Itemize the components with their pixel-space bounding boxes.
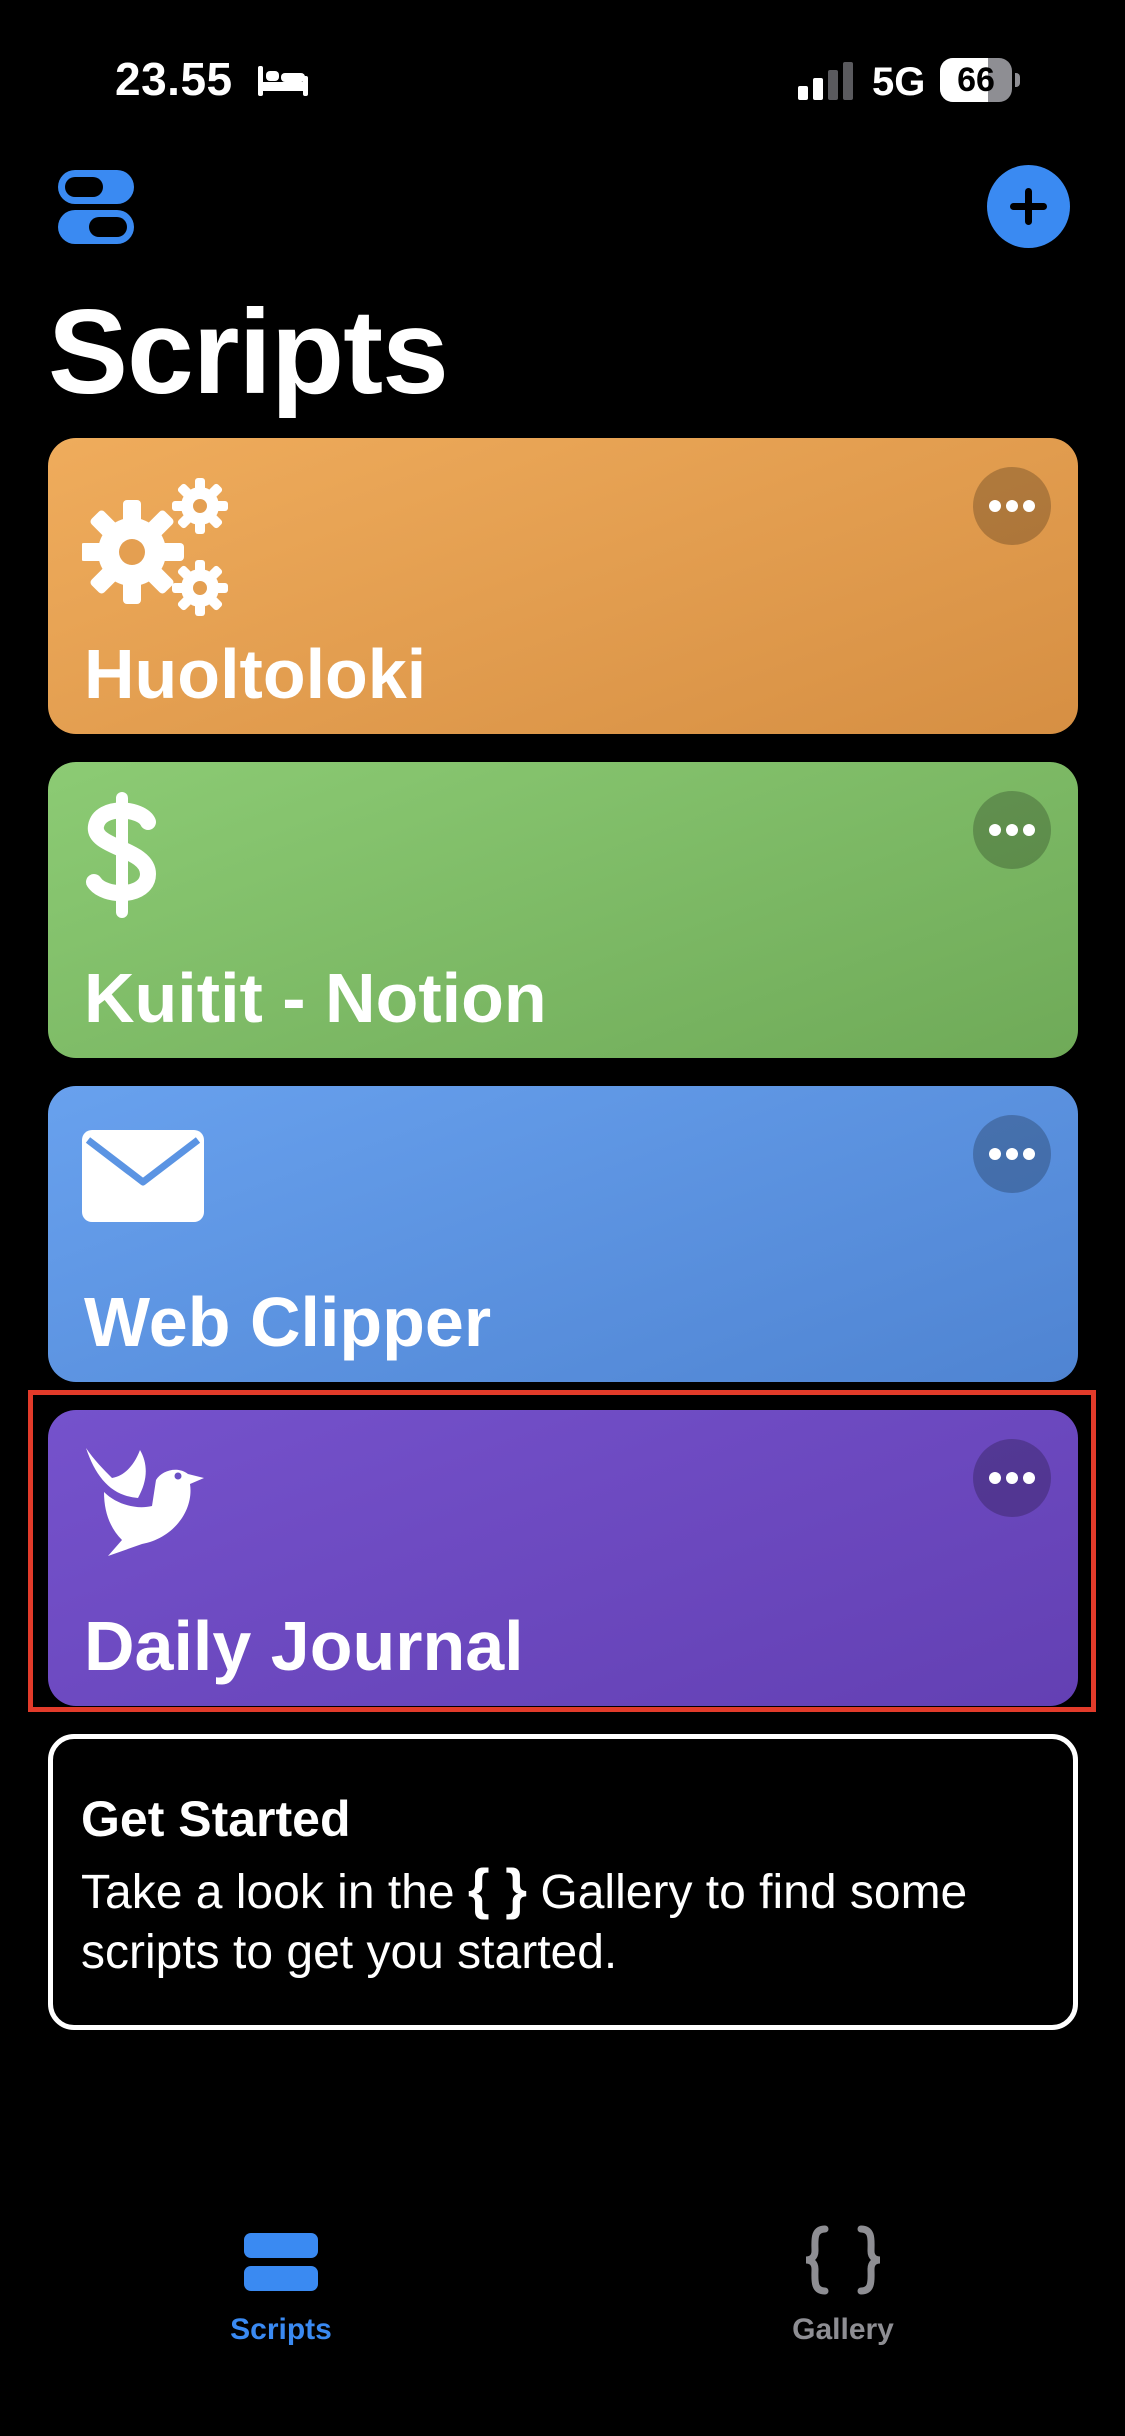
more-options-button[interactable] [973, 467, 1051, 545]
script-title: Kuitit - Notion [84, 959, 547, 1037]
tab-label: Scripts [230, 2313, 332, 2346]
braces-icon: { } [467, 1857, 528, 1920]
battery-level: 66 [957, 61, 995, 99]
script-card-web-clipper[interactable]: Web Clipper [48, 1086, 1078, 1382]
envelope-icon [82, 1130, 204, 1222]
more-options-button[interactable] [973, 791, 1051, 869]
toggle-icon[interactable] [56, 166, 138, 248]
status-time: 23.55 [115, 53, 233, 105]
tab-label: Gallery [792, 2313, 894, 2346]
bed-icon [258, 66, 308, 96]
ellipsis-icon [989, 500, 1035, 512]
page-title: Scripts [48, 285, 449, 419]
more-options-button[interactable] [973, 1115, 1051, 1193]
script-title: Huoltoloki [84, 635, 427, 713]
add-script-button[interactable] [987, 165, 1070, 248]
scripts-icon [244, 2233, 318, 2291]
get-started-panel: Get Started Take a look in the { } Galle… [48, 1734, 1078, 2030]
braces-icon [805, 2225, 881, 2295]
ellipsis-icon [989, 1148, 1035, 1160]
signal-icon [798, 62, 853, 100]
gears-icon [82, 478, 228, 616]
get-started-title: Get Started [81, 1791, 351, 1847]
dollar-icon [86, 792, 157, 918]
network-type: 5G [872, 60, 926, 104]
plus-icon [1010, 188, 1047, 225]
script-card-kuitit-notion[interactable]: Kuitit - Notion [48, 762, 1078, 1058]
highlight-outline [28, 1390, 1096, 1712]
battery-indicator: 66 [940, 58, 1022, 104]
status-bar: 23.55 5G 66 [0, 0, 1125, 160]
ellipsis-icon [989, 824, 1035, 836]
tab-scripts[interactable]: Scripts [156, 2225, 406, 2355]
script-card-huoltoloki[interactable]: Huoltoloki [48, 438, 1078, 734]
script-title: Web Clipper [84, 1283, 492, 1361]
tab-gallery[interactable]: Gallery [718, 2225, 968, 2355]
get-started-text: Take a look in the { } Gallery to find s… [81, 1857, 968, 1980]
